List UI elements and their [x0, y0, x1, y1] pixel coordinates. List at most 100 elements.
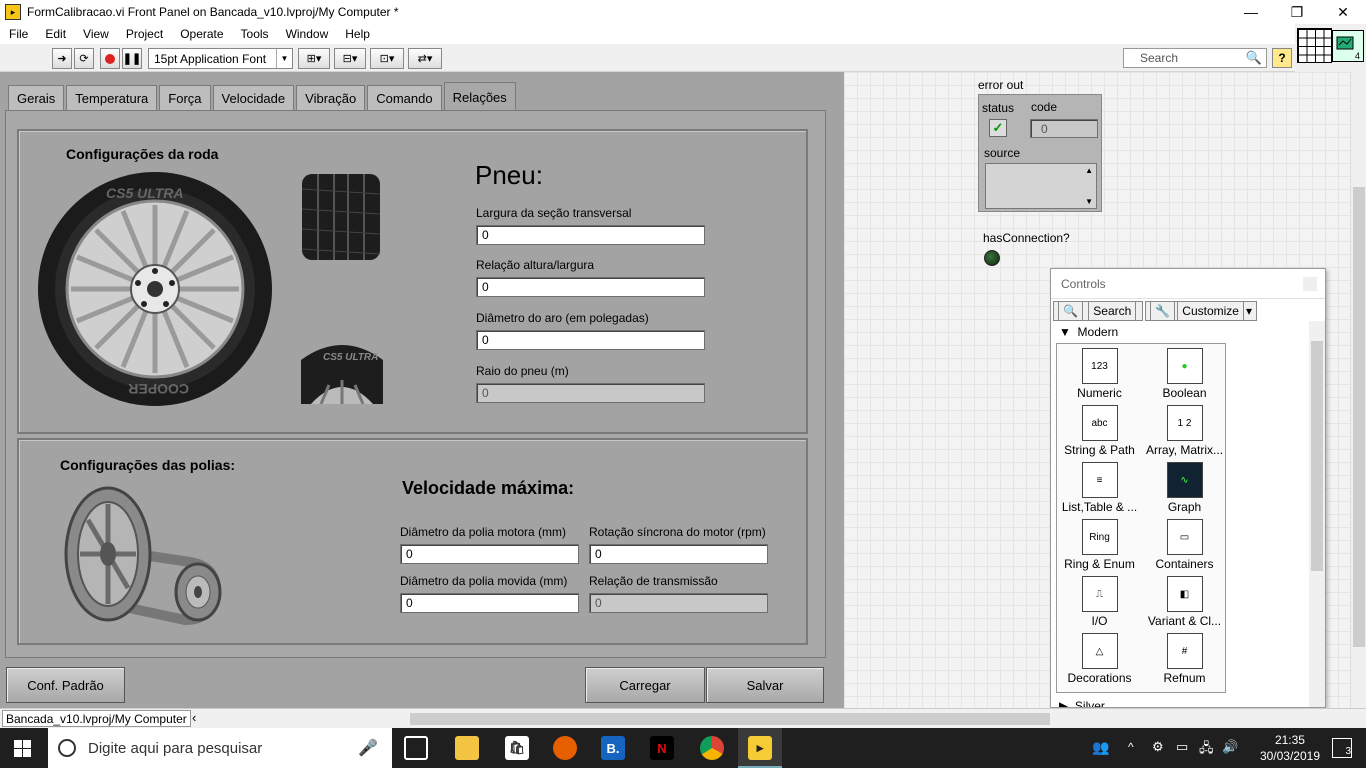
file-explorer-icon[interactable] [455, 736, 479, 760]
tab-temperatura[interactable]: Temperatura [66, 85, 158, 111]
palette-scrollbar[interactable] [1309, 321, 1325, 707]
carregar-button[interactable]: Carregar [585, 667, 705, 703]
palette-category-modern[interactable]: ▼ Modern [1059, 325, 1118, 339]
search-placeholder: Search [1140, 51, 1179, 65]
menu-project[interactable]: Project [117, 27, 171, 41]
booking-icon[interactable]: B. [601, 736, 625, 760]
chevron-up-icon[interactable]: ^ [1128, 740, 1134, 754]
notification-center-icon[interactable]: 3 [1332, 738, 1352, 758]
align-objects-icon[interactable]: ⊞▾ [298, 48, 330, 69]
close-button[interactable]: ✕ [1320, 0, 1366, 24]
resize-objects-icon[interactable]: ⊡▾ [370, 48, 404, 69]
taskbar-search-input[interactable]: Digite aqui para pesquisar 🎤 [48, 728, 392, 768]
network-icon[interactable]: 🖧 [1199, 739, 1214, 761]
palette-category-silver[interactable]: ▶ Silver [1059, 699, 1105, 707]
chevron-left-icon[interactable]: ‹ [192, 710, 196, 725]
palette-search-button[interactable]: 🔍 Search [1053, 301, 1144, 321]
diametro-aro-input[interactable]: 0 [476, 330, 705, 350]
chrome-icon[interactable] [700, 736, 724, 760]
palette-item-ring-enum[interactable]: Ring Ring & Enum [1057, 519, 1142, 571]
salvar-button[interactable]: Salvar [706, 667, 824, 703]
minimize-button[interactable]: — [1228, 0, 1274, 24]
io-icon: ⎍ [1081, 576, 1118, 612]
largura-label: Largura da seção transversal [476, 206, 632, 220]
palette-item-graph[interactable]: ∿ Graph [1142, 462, 1227, 514]
scroll-down-icon[interactable]: ▼ [1085, 197, 1093, 206]
run-arrow-icon[interactable]: ➜ [52, 48, 72, 69]
menu-operate[interactable]: Operate [171, 27, 231, 41]
refnum-icon: # [1166, 633, 1203, 669]
polia-movida-input[interactable]: 0 [400, 593, 579, 613]
menu-edit[interactable]: Edit [36, 27, 74, 41]
firefox-icon[interactable] [553, 736, 577, 760]
palette-item-array-matrix[interactable]: 1 2 Array, Matrix... [1142, 405, 1227, 457]
tab-comando[interactable]: Comando [367, 85, 442, 111]
menu-view[interactable]: View [74, 27, 117, 41]
scroll-up-icon[interactable]: ▲ [1085, 166, 1093, 175]
conf-padrao-button[interactable]: Conf. Padrão [6, 667, 125, 703]
palette-item-containers[interactable]: ▭ Containers [1142, 519, 1227, 571]
palette-item-string-path[interactable]: abc String & Path [1057, 405, 1142, 457]
vi-icon[interactable]: 4 [1332, 30, 1364, 62]
maximize-button[interactable]: ❐ [1274, 0, 1320, 24]
source-indicator: ▲ ▼ [985, 163, 1097, 209]
largura-input[interactable]: 0 [476, 225, 705, 245]
menu-window[interactable]: Window [277, 27, 337, 41]
abort-icon[interactable] [100, 48, 120, 69]
microphone-icon[interactable]: 🎤 [358, 738, 378, 758]
help-button[interactable]: ? [1272, 48, 1292, 68]
polia-motora-input[interactable]: 0 [400, 544, 579, 564]
system-clock[interactable]: 21:35 30/03/2019 [1260, 732, 1320, 764]
tab-velocidade[interactable]: Velocidade [212, 85, 295, 111]
palette-item-decorations[interactable]: △ Decorations [1057, 633, 1142, 685]
pause-icon[interactable]: ❚❚ [122, 48, 142, 69]
error-out-label: error out [978, 78, 1024, 92]
palette-customize-button[interactable]: 🔧 Customize ▾ [1145, 301, 1257, 321]
reorder-icon[interactable]: ⇄▾ [408, 48, 442, 69]
relacao-input[interactable]: 0 [476, 277, 705, 297]
menu-tools[interactable]: Tools [232, 27, 277, 41]
palette-item-label: I/O [1091, 614, 1108, 628]
volume-icon[interactable]: 🔊 [1222, 739, 1238, 755]
netflix-icon[interactable]: N [650, 736, 674, 760]
variant-class-icon: ◧ [1166, 576, 1203, 612]
distribute-objects-icon[interactable]: ⊟▾ [334, 48, 366, 69]
palette-item-refnum[interactable]: # Refnum [1142, 633, 1227, 685]
clock-time: 21:35 [1274, 733, 1305, 747]
menu-file[interactable]: File [0, 27, 36, 41]
rotacao-motor-label: Rotação síncrona do motor (rpm) [589, 525, 766, 539]
raio-indicator: 0 [476, 383, 705, 403]
palette-pin-icon[interactable] [1303, 277, 1317, 291]
numeric-icon: 123 [1081, 348, 1118, 384]
vpn-icon[interactable]: ⚙ [1152, 739, 1164, 755]
store-icon[interactable]: 🛍 [505, 736, 529, 760]
vertical-scrollbar[interactable] [1350, 72, 1366, 708]
search-input[interactable]: Search 🔍 [1123, 48, 1267, 68]
tab-relacoes[interactable]: Relações [443, 82, 516, 112]
palette-item-label: Refnum [1163, 671, 1206, 685]
palette-item-variant-class[interactable]: ◧ Variant & Cl... [1142, 576, 1227, 628]
palette-item-boolean[interactable]: ● Boolean [1142, 348, 1227, 400]
people-icon[interactable]: 👥 [1092, 739, 1109, 756]
decorations-icon: △ [1081, 633, 1118, 669]
tab-vibracao[interactable]: Vibração [296, 85, 366, 111]
menu-bar: File Edit View Project Operate Tools Win… [0, 24, 1295, 44]
windows-start-icon[interactable] [14, 740, 31, 757]
connector-pane-icon[interactable] [1297, 28, 1332, 63]
horizontal-scrollbar[interactable] [410, 713, 1050, 725]
battery-icon[interactable]: ▭ [1176, 739, 1188, 755]
palette-item-list-table[interactable]: ≡ List,Table & ... [1057, 462, 1142, 514]
palette-item-io[interactable]: ⎍ I/O [1057, 576, 1142, 628]
font-selector[interactable]: 15pt Application Font ▼ [148, 48, 293, 69]
task-view-icon[interactable] [404, 736, 428, 760]
svg-text:4: 4 [1355, 51, 1360, 61]
project-context[interactable]: Bancada_v10.lvproj/My Computer [2, 710, 191, 727]
tab-gerais[interactable]: Gerais [8, 85, 65, 111]
tab-forca[interactable]: Força [159, 85, 211, 111]
palette-item-numeric[interactable]: 123 Numeric [1057, 348, 1142, 400]
notification-count: 3 [1345, 746, 1351, 757]
menu-help[interactable]: Help [336, 27, 378, 41]
run-continuously-icon[interactable]: ⟳ [74, 48, 94, 69]
rotacao-motor-input[interactable]: 0 [589, 544, 768, 564]
ring-enum-icon: Ring [1081, 519, 1118, 555]
